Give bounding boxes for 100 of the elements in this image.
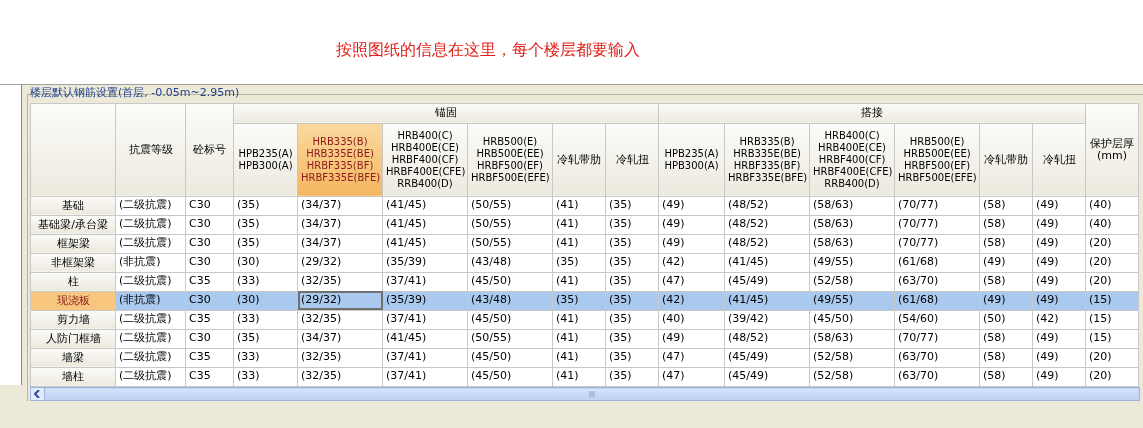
table-cell[interactable]: (37/41): [382, 367, 468, 386]
table-cell[interactable]: (58): [979, 234, 1033, 253]
column-header[interactable]: HRB400(C) HRB400E(CE) HRBF400(CF) HRBF400E(CFE) RRB400(D): [809, 123, 895, 196]
table-cell[interactable]: (二级抗震): [115, 215, 186, 234]
table-cell[interactable]: (45/50): [809, 310, 895, 329]
table-cell[interactable]: C35: [185, 348, 234, 367]
table-cell[interactable]: (40): [658, 310, 725, 329]
table-cell[interactable]: (35): [605, 272, 659, 291]
table-cell[interactable]: (非抗震): [115, 253, 186, 272]
table-cell[interactable]: (49): [658, 329, 725, 348]
table-cell[interactable]: (41): [552, 272, 606, 291]
table-cell[interactable]: (29/32): [297, 291, 383, 310]
table-cell[interactable]: (52/58): [809, 367, 895, 386]
table-cell[interactable]: (20): [1085, 348, 1139, 367]
table-cell[interactable]: (35): [605, 253, 659, 272]
column-header[interactable]: HPB235(A) HPB300(A): [658, 123, 725, 196]
table-cell[interactable]: (29/32): [297, 253, 383, 272]
table-cell[interactable]: (45/49): [724, 272, 810, 291]
column-header[interactable]: 砼标号: [185, 103, 234, 196]
table-cell[interactable]: C30: [185, 234, 234, 253]
table-cell[interactable]: (70/77): [894, 234, 980, 253]
table-cell[interactable]: (58/63): [809, 196, 895, 215]
column-header[interactable]: 保护层厚 (mm): [1085, 103, 1139, 196]
table-cell[interactable]: (58/63): [809, 234, 895, 253]
table-cell[interactable]: (58): [979, 348, 1033, 367]
table-cell[interactable]: (63/70): [894, 272, 980, 291]
table-cell[interactable]: (20): [1085, 234, 1139, 253]
table-cell[interactable]: (34/37): [297, 234, 383, 253]
table-cell[interactable]: (41): [552, 367, 606, 386]
table-cell[interactable]: (50/55): [467, 329, 553, 348]
table-cell[interactable]: (50): [979, 310, 1033, 329]
table-cell[interactable]: (54/60): [894, 310, 980, 329]
table-cell[interactable]: (34/37): [297, 196, 383, 215]
table-cell[interactable]: (32/35): [297, 367, 383, 386]
table-cell[interactable]: (41): [552, 234, 606, 253]
table-cell[interactable]: C35: [185, 367, 234, 386]
table-cell[interactable]: (二级抗震): [115, 348, 186, 367]
table-cell[interactable]: (20): [1085, 253, 1139, 272]
table-cell[interactable]: (40): [1085, 196, 1139, 215]
table-cell[interactable]: (35): [605, 234, 659, 253]
table-cell[interactable]: (45/50): [467, 272, 553, 291]
table-cell[interactable]: (70/77): [894, 329, 980, 348]
table-cell[interactable]: (41/45): [382, 329, 468, 348]
table-cell[interactable]: (50/55): [467, 196, 553, 215]
table-cell[interactable]: (32/35): [297, 348, 383, 367]
column-header[interactable]: HPB235(A) HPB300(A): [233, 123, 298, 196]
table-cell[interactable]: (45/50): [467, 367, 553, 386]
table-cell[interactable]: (43/48): [467, 253, 553, 272]
table-cell[interactable]: (41/45): [382, 215, 468, 234]
table-cell[interactable]: (二级抗震): [115, 234, 186, 253]
table-cell[interactable]: (二级抗震): [115, 196, 186, 215]
table-cell[interactable]: (48/52): [724, 234, 810, 253]
table-cell[interactable]: (49): [658, 234, 725, 253]
table-cell[interactable]: (20): [1085, 272, 1139, 291]
table-cell[interactable]: (70/77): [894, 215, 980, 234]
table-cell[interactable]: (35): [552, 253, 606, 272]
table-cell[interactable]: (49): [979, 253, 1033, 272]
table-cell[interactable]: (42): [658, 253, 725, 272]
table-cell[interactable]: (42): [1032, 310, 1086, 329]
table-cell[interactable]: (48/52): [724, 196, 810, 215]
table-cell[interactable]: (30): [233, 253, 298, 272]
table-cell[interactable]: (20): [1085, 367, 1139, 386]
table-cell[interactable]: (41): [552, 196, 606, 215]
table-cell[interactable]: (32/35): [297, 310, 383, 329]
table-cell[interactable]: (41/45): [382, 196, 468, 215]
table-cell[interactable]: (41): [552, 215, 606, 234]
table-cell[interactable]: (35): [233, 196, 298, 215]
table-cell[interactable]: (15): [1085, 310, 1139, 329]
table-cell[interactable]: (49): [658, 215, 725, 234]
table-cell[interactable]: (58): [979, 329, 1033, 348]
table-cell[interactable]: (41/45): [382, 234, 468, 253]
table-cell[interactable]: (41): [552, 310, 606, 329]
table-cell[interactable]: (35): [233, 329, 298, 348]
column-header[interactable]: 冷轧扭: [605, 123, 659, 196]
table-cell[interactable]: C30: [185, 253, 234, 272]
table-cell[interactable]: (33): [233, 348, 298, 367]
column-header[interactable]: HRB500(E) HRB500E(EE) HRBF500(EF) HRBF500E(EFE): [467, 123, 553, 196]
table-cell[interactable]: (37/41): [382, 348, 468, 367]
table-cell[interactable]: (40): [1085, 215, 1139, 234]
table-cell[interactable]: (41): [552, 348, 606, 367]
table-cell[interactable]: (15): [1085, 329, 1139, 348]
table-cell[interactable]: (35): [605, 215, 659, 234]
table-cell[interactable]: (48/52): [724, 329, 810, 348]
table-cell[interactable]: (35): [233, 234, 298, 253]
table-cell[interactable]: (二级抗震): [115, 272, 186, 291]
table-cell[interactable]: (45/50): [467, 310, 553, 329]
column-header[interactable]: HRB335(B) HRB335E(BE) HRBF335(BF) HRBF335E(BFE): [724, 123, 810, 196]
table-cell[interactable]: (50/55): [467, 215, 553, 234]
column-header[interactable]: HRB400(C) HRB400E(CE) HRBF400(CF) HRBF400E(CFE) RRB400(D): [382, 123, 468, 196]
table-cell[interactable]: (35): [233, 215, 298, 234]
table-cell[interactable]: C30: [185, 215, 234, 234]
table-cell[interactable]: (58): [979, 272, 1033, 291]
table-cell[interactable]: (49): [1032, 367, 1086, 386]
column-header[interactable]: 冷轧带肋: [552, 123, 606, 196]
table-cell[interactable]: C35: [185, 272, 234, 291]
table-cell[interactable]: (33): [233, 367, 298, 386]
column-header[interactable]: HRB500(E) HRB500E(EE) HRBF500(EF) HRBF500E(EFE): [894, 123, 980, 196]
table-cell[interactable]: (34/37): [297, 329, 383, 348]
table-cell[interactable]: (49): [1032, 272, 1086, 291]
table-cell[interactable]: (49): [1032, 234, 1086, 253]
